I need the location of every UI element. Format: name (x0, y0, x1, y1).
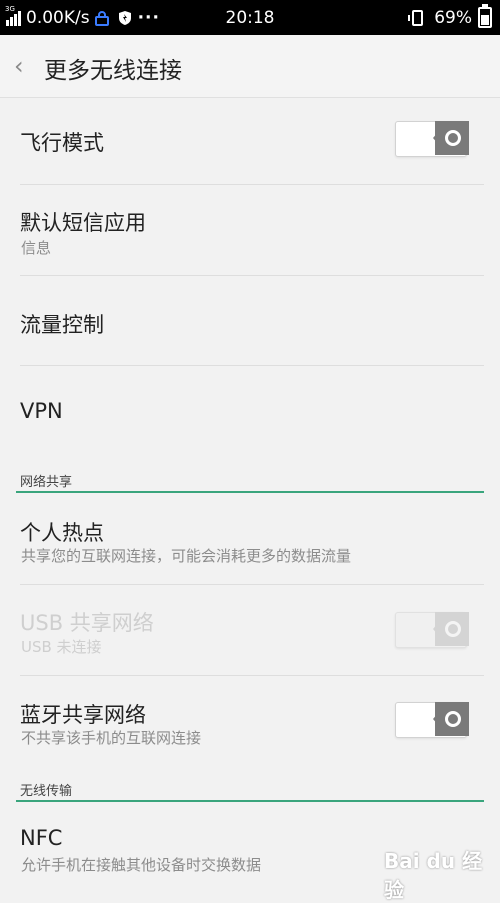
battery-icon (478, 4, 492, 28)
bluetooth-tethering-toggle[interactable] (395, 700, 469, 738)
item-label: NFC (20, 826, 63, 850)
list-item-data-control[interactable]: 流量控制 (0, 276, 500, 366)
list-item-usb-tethering: USB 共享网络 USB 未连接 (0, 585, 500, 675)
item-label: 蓝牙共享网络 (20, 703, 146, 727)
list-item-default-sms[interactable]: 默认短信应用 信息 (0, 185, 500, 276)
item-label: 飞行模式 (20, 131, 104, 155)
clock: 20:18 (225, 7, 275, 28)
usb-tethering-toggle (395, 610, 469, 648)
toggle-knob-icon (433, 702, 469, 736)
toggle-knob-icon (433, 612, 469, 646)
item-label: 个人热点 (20, 521, 104, 545)
status-bar: 3G 0.00K/s ··· 20:18 69% (0, 0, 500, 35)
section-header-network-sharing: 网络共享 (20, 475, 73, 490)
item-subtitle: 共享您的互联网连接，可能会消耗更多的数据流量 (21, 547, 352, 565)
item-subtitle: 信息 (21, 239, 52, 257)
item-subtitle: 允许手机在接触其他设备时交换数据 (21, 856, 262, 874)
item-label: 流量控制 (20, 313, 104, 337)
item-subtitle: USB 未连接 (21, 638, 102, 656)
item-label: USB 共享网络 (20, 611, 154, 635)
item-label: VPN (20, 399, 63, 423)
back-chevron-icon[interactable]: ‹ (14, 54, 28, 78)
section-header-wireless-transfer: 无线传输 (20, 784, 73, 799)
app-header: ‹ 更多无线连接 (0, 35, 500, 98)
rotation-lock-icon (408, 9, 424, 26)
list-item-bluetooth-tethering[interactable]: 蓝牙共享网络 不共享该手机的互联网连接 (0, 676, 500, 771)
list-item-vpn[interactable]: VPN (0, 366, 500, 464)
watermark-logo: Bai du 经验 (384, 849, 483, 902)
item-label: 默认短信应用 (20, 211, 146, 235)
toggle-knob-icon (433, 121, 469, 155)
item-subtitle: 不共享该手机的互联网连接 (21, 729, 202, 747)
status-right: 69% (408, 0, 492, 35)
list-item-personal-hotspot[interactable]: 个人热点 共享您的互联网连接，可能会消耗更多的数据流量 (0, 493, 500, 584)
page-title: 更多无线连接 (44, 58, 182, 84)
battery-percent: 69% (434, 7, 472, 28)
airplane-mode-toggle[interactable] (395, 119, 469, 157)
list-item-airplane-mode[interactable]: 飞行模式 (0, 97, 500, 185)
